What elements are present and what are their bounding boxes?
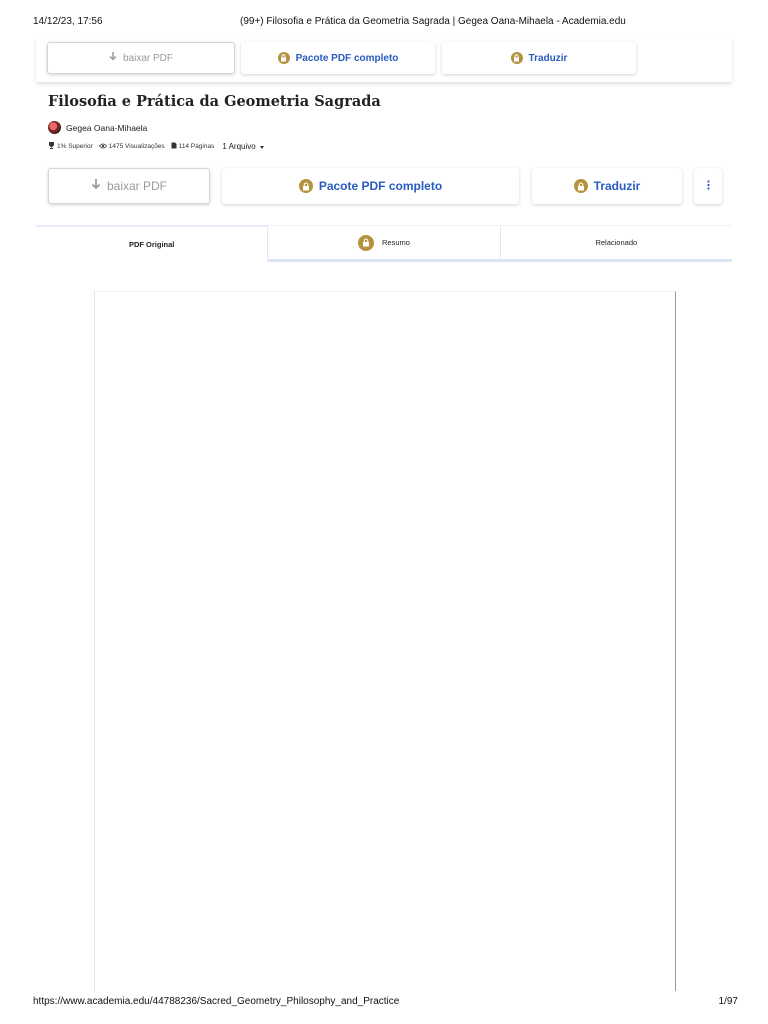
lock-icon [573, 179, 588, 193]
lock-icon [298, 179, 313, 193]
translate-label: Traduzir [593, 179, 641, 193]
rank-stat: 1% Superior [48, 142, 93, 151]
down-arrow-icon [109, 52, 117, 64]
tab-label: Resumo [382, 238, 410, 247]
tab-related[interactable]: Relacionado [499, 225, 732, 262]
toolbar-bundle-button[interactable]: Pacote PDF completo [241, 42, 435, 74]
lock-icon [358, 234, 375, 251]
print-date: 14/12/23, 17:56 [33, 16, 103, 27]
toolbar-download-label: baixar PDF [122, 52, 173, 64]
download-label: baixar PDF [106, 179, 168, 193]
pages-stat: 114 Páginas [171, 142, 215, 151]
tab-original-pdf[interactable]: PDF Original [36, 225, 268, 262]
translate-button[interactable]: Traduzir [532, 168, 682, 204]
files-dropdown[interactable]: 1 Arquivo [222, 142, 264, 151]
files-label: 1 Arquivo [222, 142, 256, 151]
sticky-toolbar: baixar PDF Pacote PDF completo Traduzir [36, 36, 732, 82]
print-url: https://www.academia.edu/44788236/Sacred… [33, 996, 400, 1007]
views-label: 1475 Visualizações [108, 143, 165, 150]
print-page-number: 1/97 [718, 996, 738, 1007]
trophy-icon [48, 142, 55, 151]
eye-icon [98, 143, 107, 151]
pages-label: 114 Páginas [178, 143, 215, 150]
tab-summary[interactable]: Resumo [267, 225, 500, 262]
lock-icon [510, 52, 523, 64]
tab-label: Relacionado [595, 238, 638, 247]
document-tabs: PDF Original Resumo Relacionado [36, 225, 732, 262]
file-icon [171, 142, 177, 151]
document-stats: 1% Superior 1475 Visualizações 114 Págin… [48, 142, 264, 151]
pdf-page-viewer[interactable] [94, 291, 676, 991]
avatar[interactable] [48, 121, 61, 134]
toolbar-download-button[interactable]: baixar PDF [47, 42, 235, 74]
print-page-title: (99+) Filosofia e Prática da Geometria S… [240, 16, 626, 27]
author-row[interactable]: Gegea Oana-Mihaela [48, 121, 147, 134]
caret-down-icon [259, 142, 264, 151]
vertical-dots-icon [706, 179, 710, 193]
toolbar-translate-label: Traduzir [528, 52, 568, 64]
bundle-button[interactable]: Pacote PDF completo [222, 168, 519, 204]
toolbar-bundle-label: Pacote PDF completo [295, 52, 399, 64]
bundle-label: Pacote PDF completo [318, 179, 443, 193]
rank-label: 1% Superior [57, 143, 93, 150]
download-button[interactable]: baixar PDF [48, 168, 210, 204]
print-footer: https://www.academia.edu/44788236/Sacred… [33, 996, 738, 1010]
print-header: 14/12/23, 17:56 (99+) Filosofia e Prátic… [33, 16, 738, 30]
more-options-button[interactable] [694, 168, 722, 204]
toolbar-translate-button[interactable]: Traduzir [442, 42, 636, 74]
lock-icon [277, 52, 290, 64]
author-name[interactable]: Gegea Oana-Mihaela [66, 123, 147, 133]
document-title: Filosofia e Prática da Geometria Sagrada [48, 93, 381, 110]
views-stat: 1475 Visualizações [98, 143, 165, 151]
tab-label: PDF Original [128, 240, 175, 249]
down-arrow-icon [91, 179, 101, 193]
